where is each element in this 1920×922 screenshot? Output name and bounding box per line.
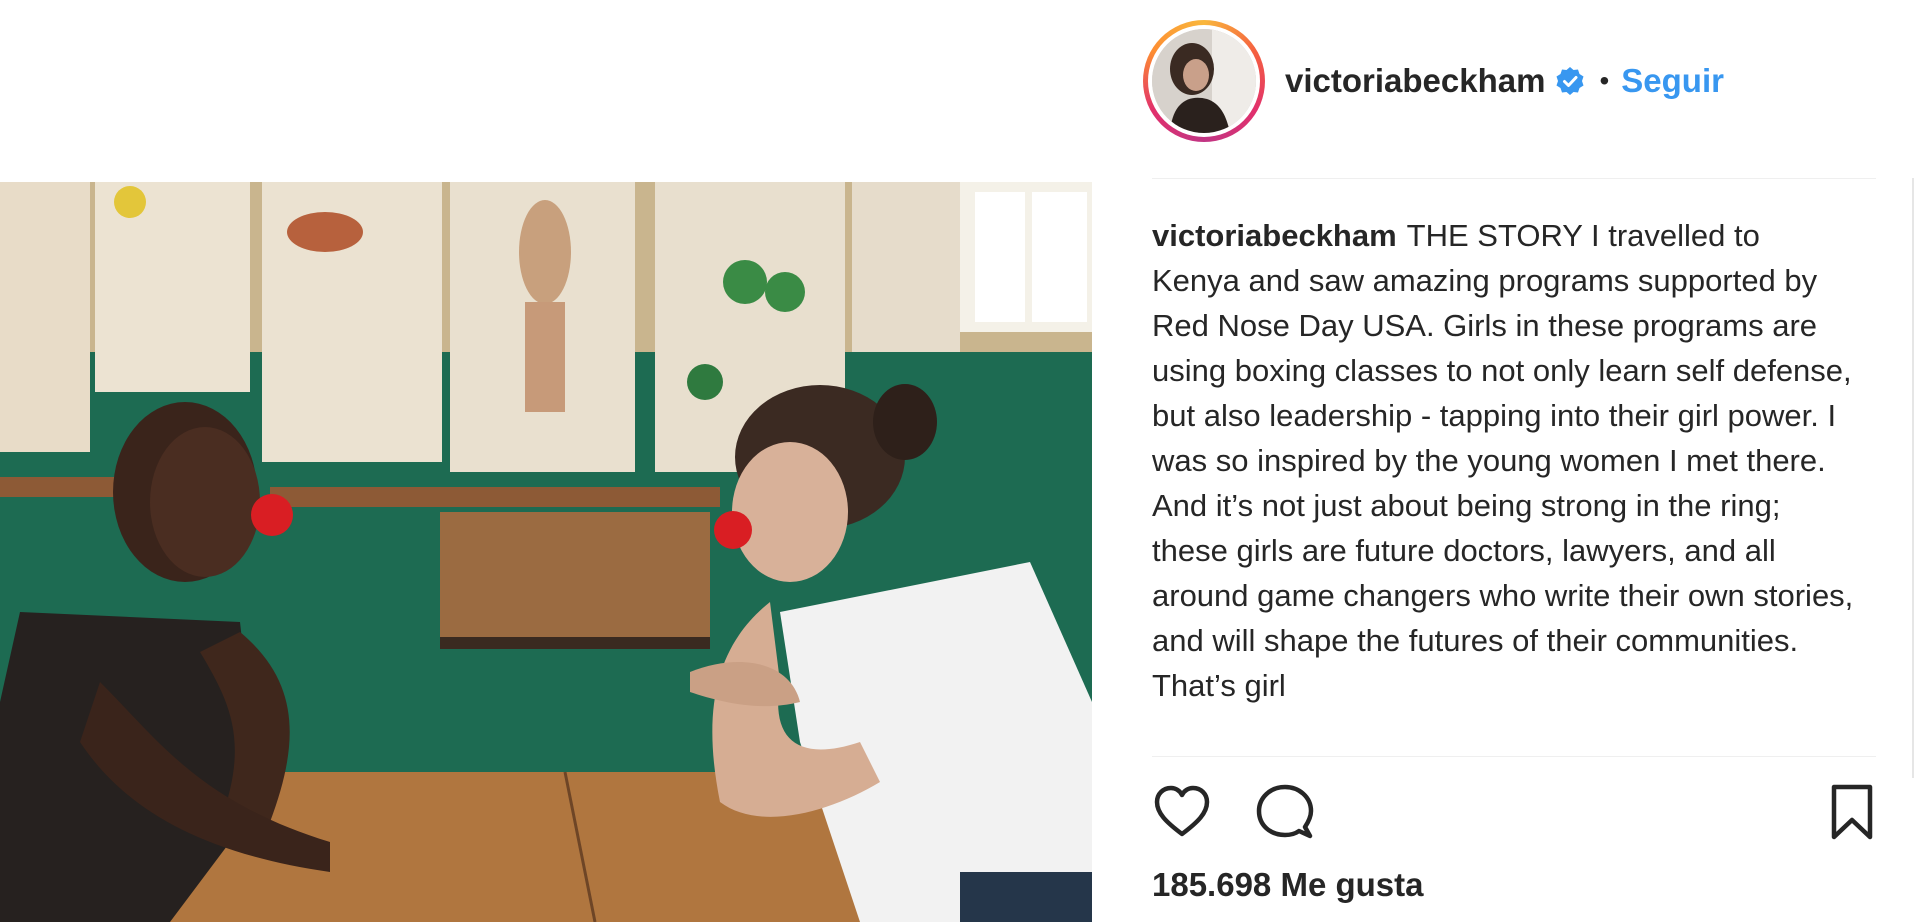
comment-bubble-icon[interactable] xyxy=(1254,782,1314,842)
post-header: victoriabeckham • Seguir xyxy=(1143,20,1883,142)
avatar-image xyxy=(1152,29,1256,133)
classroom-photo xyxy=(0,182,1092,922)
caption: victoriabeckham THE STORY I travelled to … xyxy=(1152,213,1854,753)
caption-text: THE STORY I travelled to Kenya and saw a… xyxy=(1152,218,1854,703)
separator-dot: • xyxy=(1599,65,1610,96)
bookmark-icon[interactable] xyxy=(1822,782,1882,842)
avatar[interactable] xyxy=(1152,29,1256,133)
likes-count[interactable]: 185.698 Me gusta xyxy=(1152,866,1423,904)
username[interactable]: victoriabeckham xyxy=(1285,62,1545,100)
caption-divider xyxy=(1152,756,1876,757)
scrollbar[interactable] xyxy=(1912,178,1914,778)
story-ring[interactable] xyxy=(1143,20,1265,142)
verified-badge-icon xyxy=(1556,67,1584,95)
follow-button[interactable]: Seguir xyxy=(1621,62,1724,100)
avatar-border xyxy=(1148,25,1260,137)
post-photo xyxy=(0,182,1092,922)
heart-icon[interactable] xyxy=(1152,782,1212,842)
caption-username[interactable]: victoriabeckham xyxy=(1152,218,1397,253)
action-bar xyxy=(1152,782,1876,842)
header-divider xyxy=(1152,178,1876,179)
